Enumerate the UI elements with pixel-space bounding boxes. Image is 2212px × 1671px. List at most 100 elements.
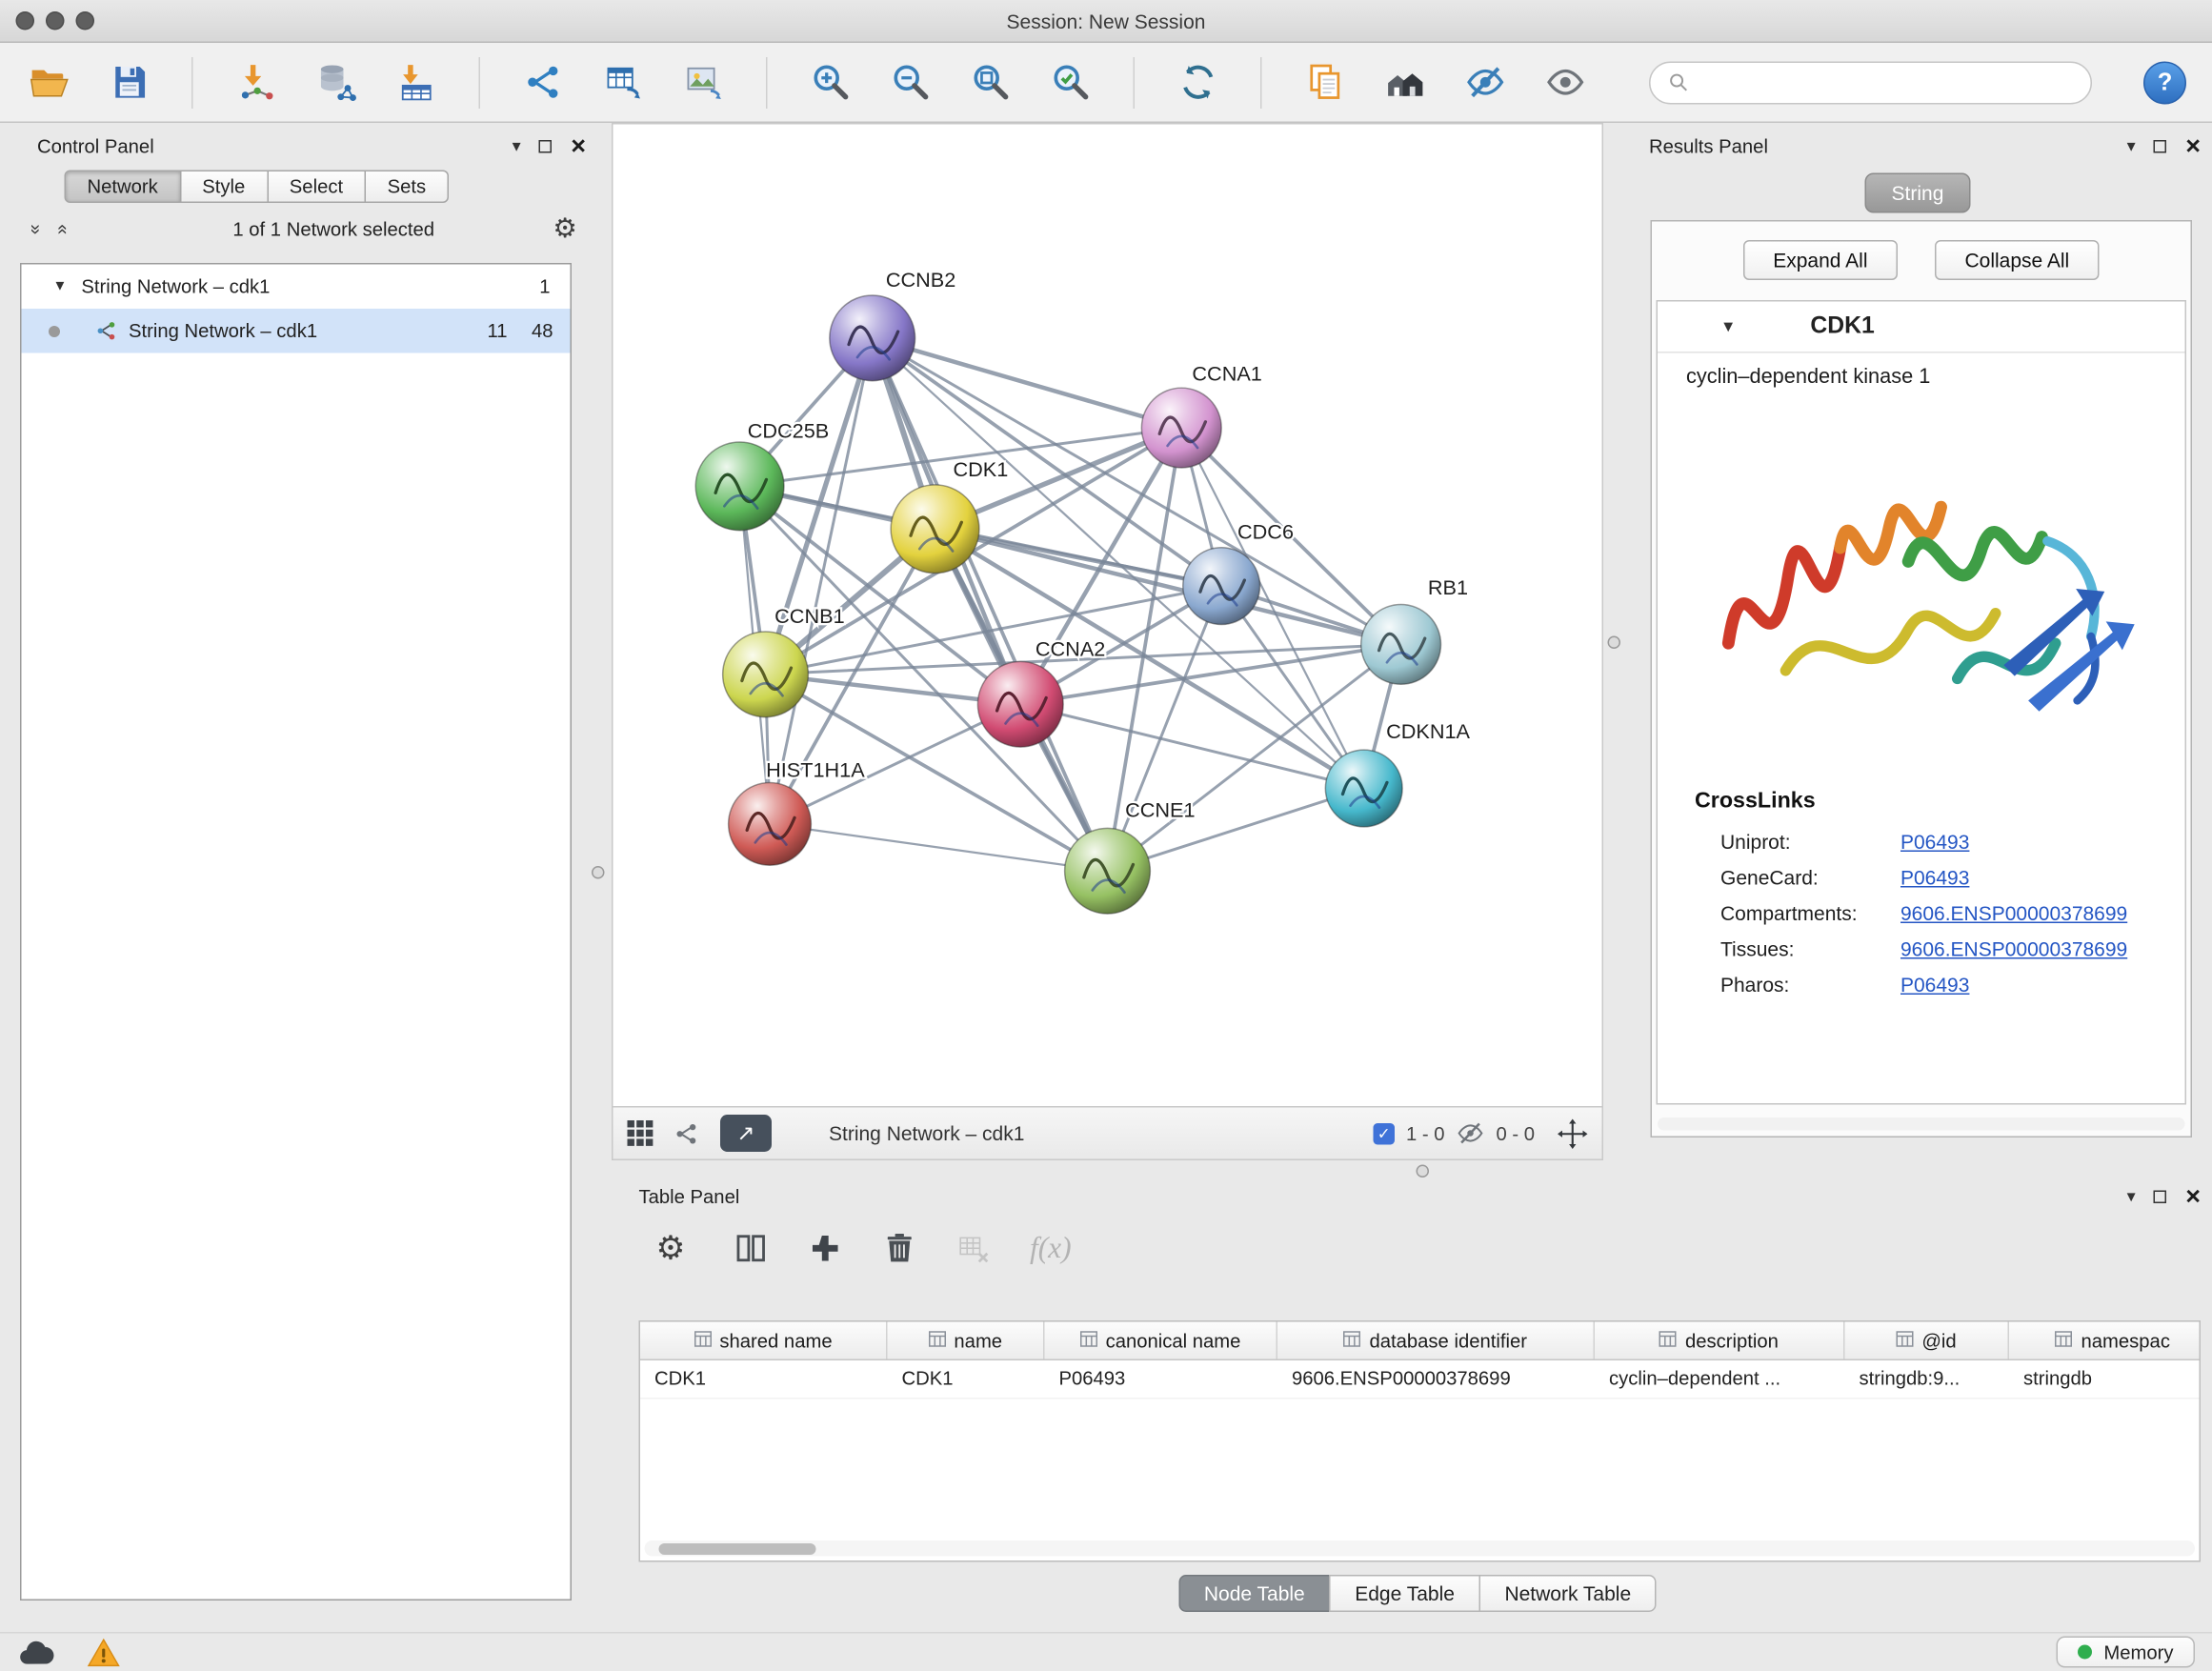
network-view-toolbar: ↗ String Network – cdk1 ✓ 1 - 0 0 - 0 <box>613 1106 1602 1159</box>
tab-edge-table[interactable]: Edge Table <box>1329 1575 1480 1612</box>
network-edge[interactable] <box>770 338 873 824</box>
tab-sets[interactable]: Sets <box>365 171 450 204</box>
network-overview-icon[interactable] <box>674 1119 701 1147</box>
collapse-all-icon[interactable]: » <box>26 224 48 234</box>
network-node-cdk1[interactable]: CDK1 <box>891 457 1008 574</box>
tab-network[interactable]: Network <box>65 171 181 204</box>
crosslink-link[interactable]: P06493 <box>1900 830 1969 853</box>
panel-float-icon[interactable]: ▾ <box>513 137 521 154</box>
crosslink-row: Uniprot:P06493 <box>1658 823 2185 859</box>
scrollbar-thumb[interactable] <box>659 1542 816 1554</box>
tab-node-table[interactable]: Node Table <box>1178 1575 1331 1612</box>
crosslink-link[interactable]: 9606.ENSP00000378699 <box>1900 901 2127 924</box>
table-cell: 9606.ENSP00000378699 <box>1277 1360 1595 1398</box>
crosslink-row: Pharos:P06493 <box>1658 966 2185 1002</box>
disclosure-triangle-icon[interactable]: ▼ <box>53 279 68 295</box>
network-edge[interactable] <box>873 338 1182 428</box>
zoom-fit-button[interactable] <box>962 53 1019 111</box>
collapse-all-button[interactable]: Collapse All <box>1935 240 2100 280</box>
network-node-ccnb2[interactable]: CCNB2 <box>830 268 955 381</box>
column-header-name[interactable]: name <box>888 1322 1045 1359</box>
network-collection-row[interactable]: ▼ String Network – cdk1 1 <box>22 265 571 310</box>
cloud-status-icon[interactable] <box>17 1640 56 1665</box>
tab-select[interactable]: Select <box>267 171 366 204</box>
expand-all-icon[interactable]: « <box>53 224 75 234</box>
crosslink-link[interactable]: P06493 <box>1900 973 1969 996</box>
zoom-in-button[interactable] <box>802 53 859 111</box>
panel-float-icon[interactable]: ▾ <box>2127 1188 2136 1205</box>
network-edge[interactable] <box>873 338 1108 871</box>
table-row[interactable]: CDK1CDK1P064939606.ENSP00000378699cyclin… <box>640 1360 2200 1399</box>
detach-view-button[interactable]: ↗ <box>720 1115 772 1152</box>
panel-maximize-icon[interactable] <box>2154 1190 2167 1203</box>
column-type-icon <box>1343 1330 1360 1352</box>
results-scrollbar[interactable] <box>1658 1117 2185 1131</box>
import-table-from-file-button[interactable] <box>388 53 445 111</box>
column-header-description[interactable]: description <box>1595 1322 1845 1359</box>
results-panel-title: Results Panel <box>1649 135 1768 157</box>
panel-float-icon[interactable]: ▾ <box>2127 137 2136 154</box>
table-settings-gear-icon[interactable]: ⚙ <box>656 1232 686 1265</box>
network-edge[interactable] <box>770 824 1107 871</box>
network-node-cdkn1a[interactable]: CDKN1A <box>1325 719 1470 827</box>
crosslink-link[interactable]: P06493 <box>1900 865 1969 888</box>
column-header-canonical-name[interactable]: canonical name <box>1045 1322 1278 1359</box>
column-header-namespac[interactable]: namespac <box>2009 1322 2201 1359</box>
delete-column-icon[interactable] <box>881 1231 917 1267</box>
right-splitter-handle[interactable] <box>1608 636 1621 650</box>
disclosure-triangle-icon[interactable]: ▼ <box>1720 318 1736 335</box>
refresh-button[interactable] <box>1169 53 1226 111</box>
network-node-rb1[interactable]: RB1 <box>1361 575 1468 684</box>
grid-view-icon[interactable] <box>628 1120 654 1146</box>
toolbar-separator <box>1260 56 1262 108</box>
help-button[interactable]: ? <box>2143 61 2186 104</box>
export-image-button[interactable] <box>674 53 732 111</box>
tab-string[interactable]: String <box>1864 173 1971 213</box>
zoom-out-button[interactable] <box>882 53 939 111</box>
expand-all-button[interactable]: Expand All <box>1743 240 1898 280</box>
gene-card-header[interactable]: ▼ CDK1 <box>1658 302 2185 353</box>
pan-crosshair-icon[interactable] <box>1558 1118 1588 1149</box>
table-header-row: shared namenamecanonical namedatabase id… <box>640 1322 2200 1361</box>
node-table: shared namenamecanonical namedatabase id… <box>639 1320 2202 1562</box>
network-options-gear-icon[interactable]: ⚙ <box>553 216 577 244</box>
hide-selected-button[interactable] <box>1457 53 1514 111</box>
column-header--id[interactable]: @id <box>1845 1322 2010 1359</box>
network-row-selected[interactable]: String Network – cdk1 11 48 <box>22 309 571 353</box>
column-header-shared-name[interactable]: shared name <box>640 1322 888 1359</box>
panel-close-icon[interactable]: × <box>2185 1183 2201 1209</box>
zoom-selected-button[interactable] <box>1042 53 1099 111</box>
add-column-icon[interactable] <box>807 1231 843 1267</box>
export-table-button[interactable] <box>594 53 652 111</box>
memory-button[interactable]: Memory <box>2057 1637 2195 1668</box>
panel-close-icon[interactable]: × <box>2185 133 2201 159</box>
panel-close-icon[interactable]: × <box>571 133 586 159</box>
open-session-button[interactable] <box>20 53 77 111</box>
tab-network-table[interactable]: Network Table <box>1478 1575 1657 1612</box>
crosslink-link[interactable]: 9606.ENSP00000378699 <box>1900 936 2127 959</box>
home-button[interactable] <box>1377 53 1434 111</box>
search-input[interactable] <box>1702 71 2074 93</box>
tab-style[interactable]: Style <box>179 171 268 204</box>
import-network-from-database-button[interactable] <box>308 53 365 111</box>
panel-maximize-icon[interactable] <box>2154 139 2167 152</box>
table-hscrollbar[interactable] <box>645 1540 2196 1557</box>
document-button[interactable] <box>1297 53 1354 111</box>
network-node-ccnb1[interactable]: CCNB1 <box>723 604 845 717</box>
network-node-hist1h1a[interactable]: HIST1H1A <box>729 758 866 866</box>
network-node-ccna1[interactable]: CCNA1 <box>1141 362 1261 468</box>
network-canvas[interactable]: CCNB2CCNA1CDC25BCDK1CDC6RB1CCNB1CCNA2CDK… <box>613 125 1602 1107</box>
save-session-button[interactable] <box>100 53 157 111</box>
show-columns-icon[interactable] <box>733 1231 769 1267</box>
selected-checkbox-icon[interactable]: ✓ <box>1373 1122 1395 1144</box>
column-header-database-identifier[interactable]: database identifier <box>1277 1322 1595 1359</box>
panel-maximize-icon[interactable] <box>539 139 553 152</box>
network-node-cdc25b[interactable]: CDC25B <box>695 419 829 531</box>
warning-icon[interactable] <box>88 1638 121 1668</box>
left-splitter-handle[interactable] <box>592 866 605 879</box>
import-network-from-file-button[interactable] <box>228 53 285 111</box>
horizontal-splitter-handle[interactable] <box>1417 1165 1430 1178</box>
show-all-button[interactable] <box>1537 53 1594 111</box>
crosslink-row: Tissues:9606.ENSP00000378699 <box>1658 931 2185 967</box>
new-network-button[interactable] <box>514 53 572 111</box>
